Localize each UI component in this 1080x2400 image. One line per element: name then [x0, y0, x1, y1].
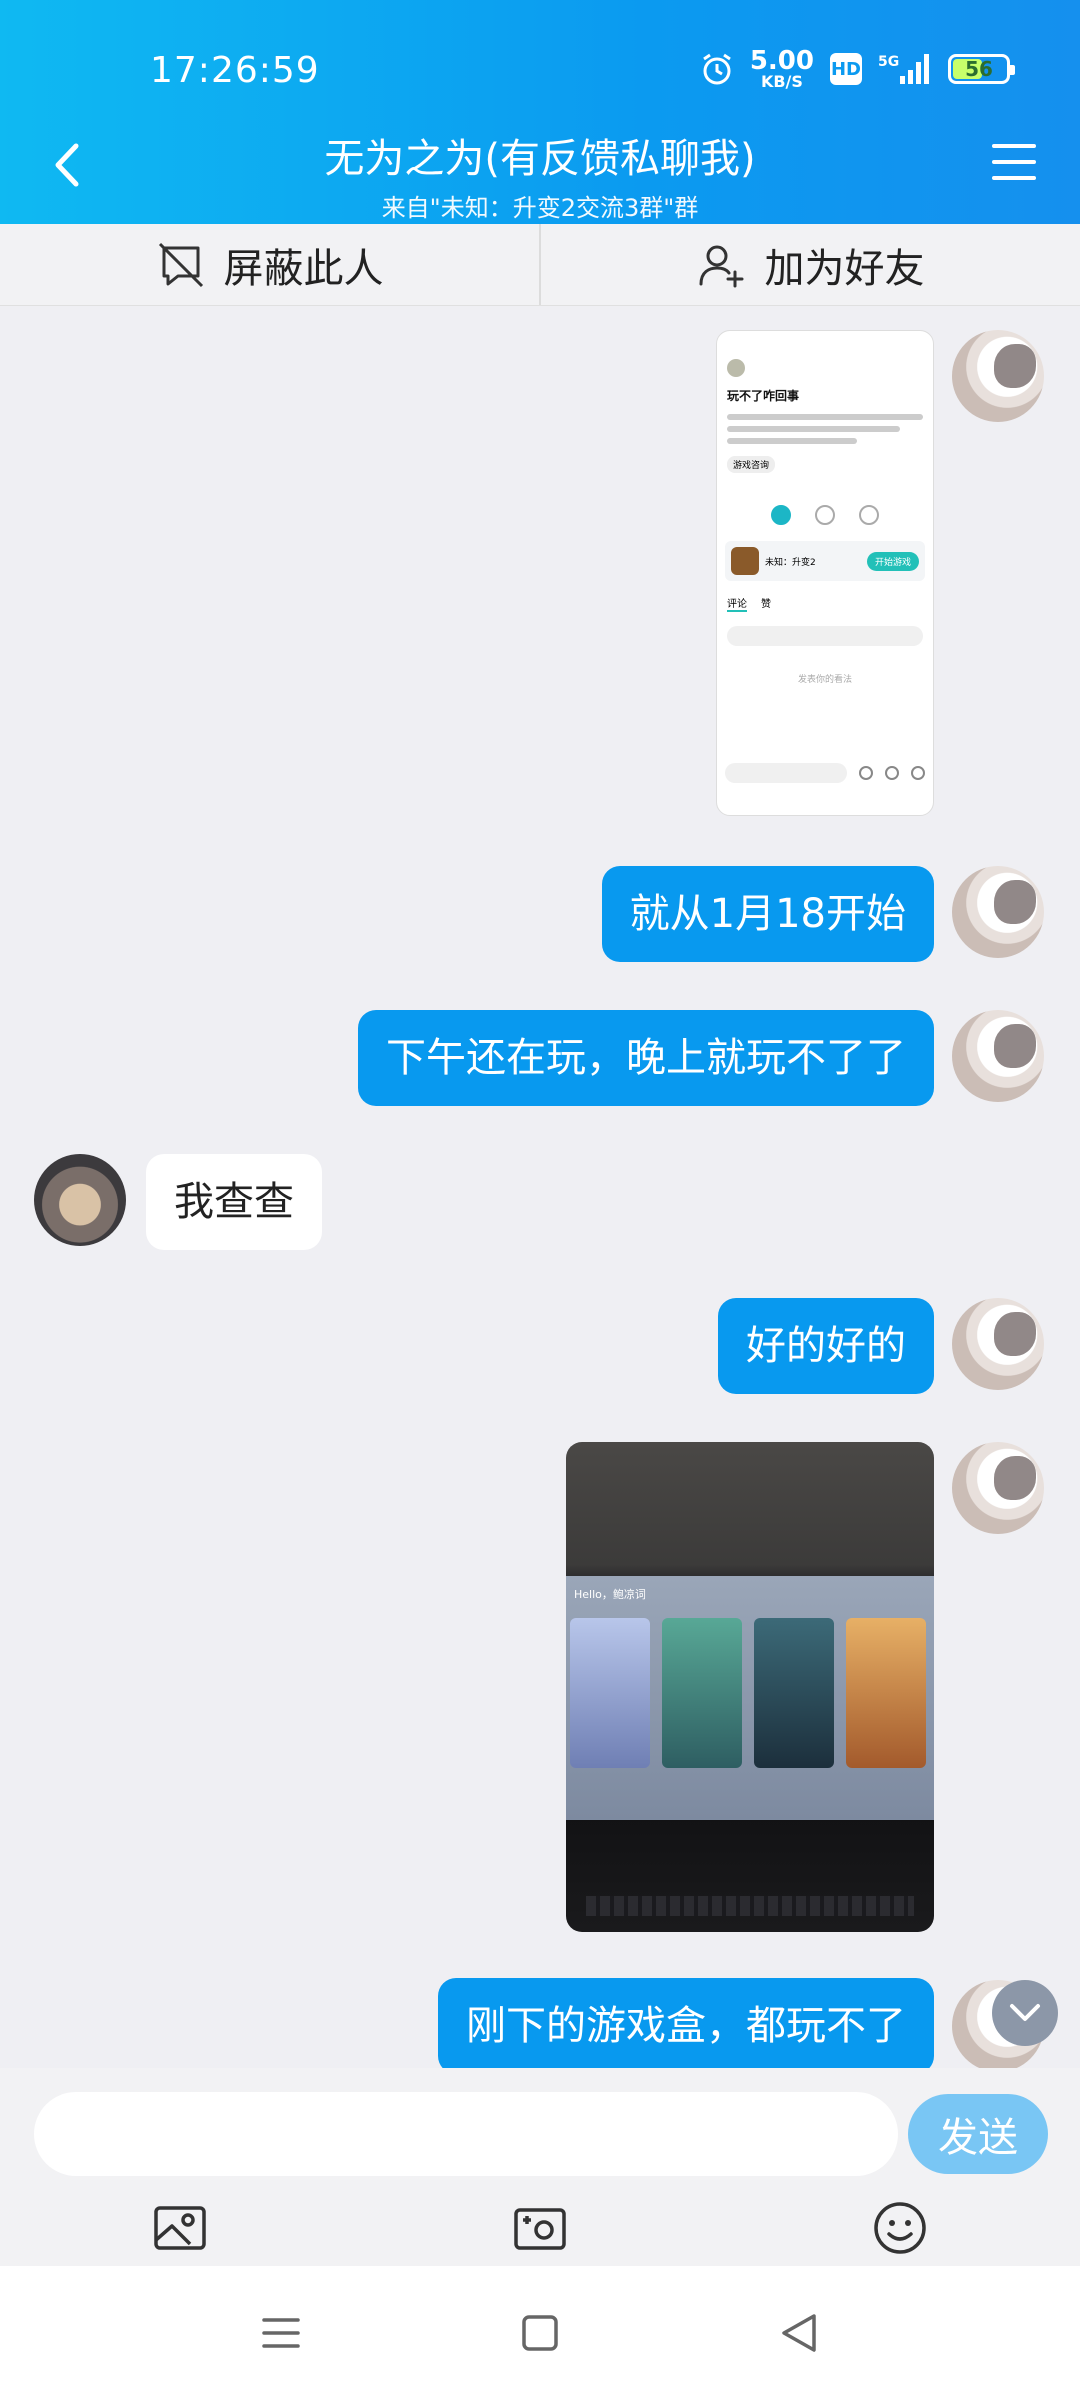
shot-game-card: 未知：升变2 开始游戏	[725, 541, 925, 581]
signal-icon: 5G	[878, 54, 929, 84]
shot-bottom-bar	[725, 761, 925, 785]
add-friend-icon	[699, 245, 743, 287]
photo-game-card	[754, 1618, 834, 1768]
shot-avatar	[727, 359, 745, 377]
status-icons: 5.00 KB/S HD 5G 56	[700, 48, 1015, 90]
emoji-icon[interactable]	[870, 2198, 930, 2258]
my-avatar[interactable]	[952, 1442, 1044, 1534]
block-user-label: 屏蔽此人	[223, 245, 384, 292]
shot-input	[727, 626, 923, 646]
action-bar: 屏蔽此人 加为好友	[0, 224, 1080, 306]
message-bubble[interactable]: 下午还在玩，晚上就玩不了了	[358, 1010, 934, 1106]
shot-tag: 游戏咨询	[727, 456, 776, 473]
message-image-photo[interactable]: Hello，鲍凉词	[566, 1442, 934, 1932]
status-time: 17:26:59	[150, 50, 320, 91]
message-input[interactable]	[34, 2092, 898, 2176]
image-icon[interactable]	[150, 2198, 210, 2258]
photo-game-card	[846, 1618, 926, 1768]
my-avatar[interactable]	[952, 866, 1044, 958]
camera-icon[interactable]	[510, 2198, 570, 2258]
message-bubble[interactable]: 就从1月18开始	[601, 866, 934, 962]
contact-avatar[interactable]	[34, 1154, 126, 1246]
chevron-down-icon	[1010, 2004, 1040, 2021]
shot-tab-like: 赞	[761, 599, 771, 610]
block-user-button[interactable]: 屏蔽此人	[0, 224, 539, 305]
message-bubble[interactable]: 我查查	[146, 1154, 322, 1250]
recent-apps-icon[interactable]	[256, 2308, 306, 2358]
page-title[interactable]: 无为之为(有反馈私聊我)	[0, 126, 1080, 184]
message-image-screenshot[interactable]: 玩不了咋回事 游戏咨询 未知：升变2 开始游戏 评论 赞 发表你的看法	[716, 330, 934, 816]
shot-tabs: 评论 赞	[717, 581, 933, 616]
battery-icon: 56	[948, 54, 1015, 84]
photo-hello-text: Hello，鲍凉词	[574, 1588, 646, 1601]
chat-header: 17:26:59 5.00 KB/S HD 5G 56 无为之为(有反馈私聊我)…	[0, 0, 1080, 224]
photo-game-card	[662, 1618, 742, 1768]
my-avatar[interactable]	[952, 1298, 1044, 1390]
photo-game-card	[570, 1618, 650, 1768]
shot-text-line	[727, 426, 900, 432]
shot-game-icon	[731, 547, 759, 575]
photo-keyboard	[586, 1896, 914, 1916]
shot-empty-text: 发表你的看法	[797, 675, 852, 685]
net-speed-value: 5.00	[749, 46, 814, 76]
title-block: 无为之为(有反馈私聊我) 来自"未知：升变2交流3群"群	[0, 126, 1080, 223]
block-icon	[158, 242, 203, 287]
shot-tab-comment: 评论	[727, 595, 747, 612]
alarm-icon	[703, 53, 731, 85]
hd-badge: HD	[830, 53, 862, 85]
my-avatar[interactable]	[952, 1010, 1044, 1102]
my-avatar[interactable]	[952, 330, 1044, 422]
system-nav-bar	[0, 2266, 1080, 2400]
back-nav-icon[interactable]	[774, 2308, 824, 2358]
net-speed-unit: KB/S	[760, 72, 803, 91]
message-bubble[interactable]: 刚下的游戏盒，都玩不了	[438, 1978, 934, 2068]
shot-nav	[717, 353, 933, 383]
shot-title: 玩不了咋回事	[727, 389, 800, 403]
shot-text-line	[727, 414, 923, 420]
shot-game-button: 开始游戏	[866, 551, 919, 571]
shot-game-name: 未知：升变2	[765, 557, 816, 568]
photo-monitor-screen: Hello，鲍凉词	[566, 1576, 934, 1820]
menu-icon[interactable]	[992, 144, 1036, 184]
add-friend-button[interactable]: 加为好友	[539, 224, 1080, 305]
net-speed: 5.00 KB/S	[750, 48, 814, 90]
message-bubble[interactable]: 好的好的	[718, 1298, 934, 1394]
battery-level: 56	[965, 57, 993, 81]
message-list[interactable]: 玩不了咋回事 游戏咨询 未知：升变2 开始游戏 评论 赞 发表你的看法 就从1月…	[0, 306, 1080, 2068]
scroll-to-bottom-button[interactable]	[992, 1980, 1058, 2046]
shot-text-line	[727, 438, 857, 444]
send-button[interactable]: 发送	[908, 2094, 1048, 2174]
signal-label: 5G	[878, 54, 899, 70]
home-icon[interactable]	[515, 2308, 565, 2358]
shot-reaction-icons	[717, 505, 933, 525]
page-subtitle: 来自"未知：升变2交流3群"群	[381, 194, 699, 222]
shot-status-bar	[717, 331, 933, 353]
add-friend-label: 加为好友	[764, 245, 925, 292]
composer: 发送	[0, 2068, 1080, 2266]
